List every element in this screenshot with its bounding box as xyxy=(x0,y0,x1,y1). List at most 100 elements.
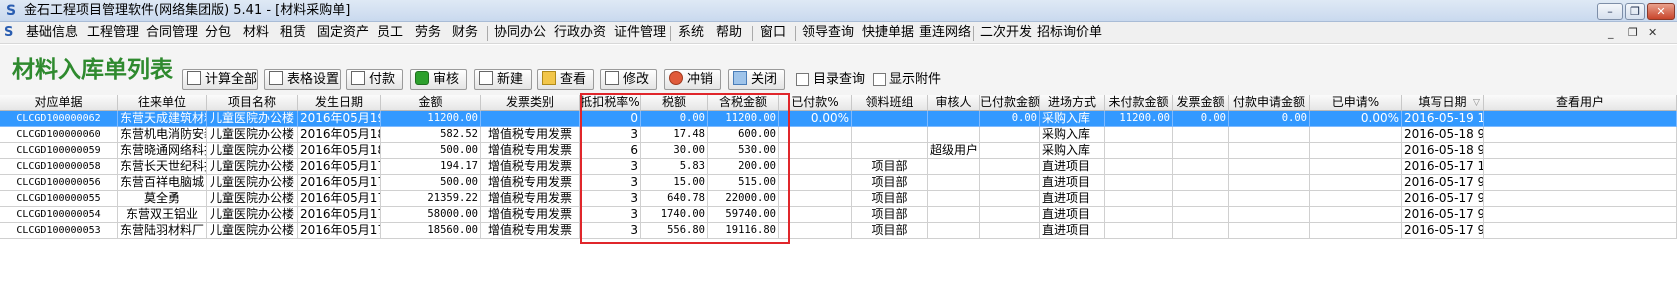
cell-invoice-type[interactable]: 增值税专用发票 xyxy=(481,159,580,175)
cell-reference-doc[interactable]: CLCGD100000055 xyxy=(0,191,118,207)
cell-fill-date[interactable]: 2016-05-17 9:3 xyxy=(1402,191,1484,207)
menu-item-lease[interactable]: 租赁 xyxy=(280,25,306,41)
cell-invoice-amount[interactable] xyxy=(1173,143,1229,159)
cell-total[interactable]: 530.00 xyxy=(708,143,779,159)
cell-fill-date[interactable]: 2016-05-18 9:0 xyxy=(1402,127,1484,143)
menu-item-reconnect[interactable]: 重连网络 xyxy=(919,25,971,41)
cell-paid-pct[interactable] xyxy=(779,223,852,239)
show-attachments-checkbox[interactable] xyxy=(873,73,886,86)
menu-item-labor[interactable]: 劳务 xyxy=(415,25,441,41)
cell-invoice-amount[interactable] xyxy=(1173,191,1229,207)
cell-invoice-amount[interactable] xyxy=(1173,175,1229,191)
header-col-tax[interactable]: 税额 xyxy=(641,95,708,111)
cell-invoice-amount[interactable] xyxy=(1173,127,1229,143)
cell-vendor[interactable]: 东营长天世纪科技 xyxy=(118,159,207,175)
cell-total[interactable]: 19116.80 xyxy=(708,223,779,239)
cell-entry-method[interactable]: 直进项目 xyxy=(1040,191,1105,207)
cell-project[interactable]: 儿童医院办公楼 xyxy=(207,143,298,159)
cell-unpaid[interactable] xyxy=(1105,175,1173,191)
cell-amount[interactable]: 500.00 xyxy=(381,175,481,191)
cell-vendor[interactable]: 东营晓通网络科技 xyxy=(118,143,207,159)
cell-project[interactable]: 儿童医院办公楼 xyxy=(207,207,298,223)
header-col-amount[interactable]: 金额 xyxy=(381,95,481,111)
cell-invoice-type[interactable]: 增值税专用发票 xyxy=(481,143,580,159)
cell-approver[interactable] xyxy=(928,159,980,175)
cell-vendor[interactable]: 东营陆羽材料厂 xyxy=(118,223,207,239)
cell-paid-amount[interactable] xyxy=(980,127,1040,143)
cell-paid-pct[interactable]: 0.00% xyxy=(779,111,852,127)
cell-reference-doc[interactable]: CLCGD100000058 xyxy=(0,159,118,175)
cell-amount[interactable]: 582.52 xyxy=(381,127,481,143)
cell-invoice-type[interactable] xyxy=(481,111,580,127)
cell-total[interactable]: 200.00 xyxy=(708,159,779,175)
cell-fill-date[interactable]: 2016-05-17 9:3 xyxy=(1402,175,1484,191)
cell-invoice-amount[interactable] xyxy=(1173,207,1229,223)
header-col-date[interactable]: 发生日期 xyxy=(298,95,381,111)
cell-unpaid[interactable] xyxy=(1105,191,1173,207)
data-grid[interactable]: 对应单据 往来单位 项目名称 发生日期 金额 发票类别 抵扣税率% 税额 含税金额 已付款% 领料班… xyxy=(0,95,1677,285)
header-col-total[interactable]: 含税金额 xyxy=(708,95,779,111)
header-col-entry-method[interactable]: 进场方式 xyxy=(1040,95,1105,111)
cell-reference-doc[interactable]: CLCGD100000054 xyxy=(0,207,118,223)
cell-viewer[interactable] xyxy=(1484,207,1677,223)
header-col-payment-request[interactable]: 付款申请金额 xyxy=(1229,95,1310,111)
cell-applied-pct[interactable] xyxy=(1310,159,1402,175)
header-col-viewer[interactable]: 查看用户 xyxy=(1484,95,1677,111)
cell-payment-request[interactable] xyxy=(1229,175,1310,191)
header-col-paid-amount[interactable]: 已付款金额 xyxy=(980,95,1040,111)
mdi-restore-button[interactable]: ❐ xyxy=(1628,25,1638,40)
menu-item-window[interactable]: 窗口 xyxy=(760,25,786,41)
cell-applied-pct[interactable] xyxy=(1310,207,1402,223)
cell-reference-doc[interactable]: CLCGD100000056 xyxy=(0,175,118,191)
cell-viewer[interactable] xyxy=(1484,143,1677,159)
cell-amount[interactable]: 500.00 xyxy=(381,143,481,159)
cell-approver[interactable] xyxy=(928,127,980,143)
header-col-paid-pct[interactable]: 已付款% xyxy=(779,95,852,111)
menu-item-fixed-assets[interactable]: 固定资产 xyxy=(317,25,369,41)
cell-invoice-type[interactable]: 增值税专用发票 xyxy=(481,223,580,239)
cell-vendor[interactable]: 莫全勇 xyxy=(118,191,207,207)
cell-entry-method[interactable]: 采购入库 xyxy=(1040,143,1105,159)
cell-entry-method[interactable]: 采购入库 xyxy=(1040,111,1105,127)
table-settings-button[interactable]: 表格设置 xyxy=(264,69,341,90)
cell-unpaid[interactable]: 11200.00 xyxy=(1105,111,1173,127)
view-button[interactable]: 查看 xyxy=(537,69,594,90)
cell-paid-amount[interactable] xyxy=(980,175,1040,191)
cell-entry-method[interactable]: 直进项目 xyxy=(1040,159,1105,175)
cell-total[interactable]: 515.00 xyxy=(708,175,779,191)
cell-tax[interactable]: 5.83 xyxy=(641,159,708,175)
cell-entry-method[interactable]: 直进项目 xyxy=(1040,207,1105,223)
cell-invoice-type[interactable]: 增值税专用发票 xyxy=(481,207,580,223)
menu-item-basic-info[interactable]: 基础信息 xyxy=(26,25,78,41)
cell-paid-amount[interactable] xyxy=(980,191,1040,207)
header-col-tax-rate[interactable]: 抵扣税率% xyxy=(580,95,641,111)
cell-vendor[interactable]: 东营机电消防安装 xyxy=(118,127,207,143)
cell-team[interactable]: 项目部 xyxy=(852,207,928,223)
cell-tax[interactable]: 640.78 xyxy=(641,191,708,207)
header-col-invoice-amount[interactable]: 发票金额 xyxy=(1173,95,1229,111)
header-col-unpaid[interactable]: 未付款金额 xyxy=(1105,95,1173,111)
cell-tax[interactable]: 1740.00 xyxy=(641,207,708,223)
cell-payment-request[interactable] xyxy=(1229,127,1310,143)
mdi-minimize-button[interactable]: _ xyxy=(1608,25,1614,40)
cell-paid-pct[interactable] xyxy=(779,143,852,159)
cell-approver[interactable] xyxy=(928,223,980,239)
cell-team[interactable]: 项目部 xyxy=(852,175,928,191)
cell-invoice-type[interactable]: 增值税专用发票 xyxy=(481,127,580,143)
menu-item-admin[interactable]: 行政办资 xyxy=(554,25,606,41)
cell-paid-amount[interactable] xyxy=(980,223,1040,239)
cell-tax[interactable]: 0.00 xyxy=(641,111,708,127)
cell-amount[interactable]: 21359.22 xyxy=(381,191,481,207)
cell-payment-request[interactable] xyxy=(1229,223,1310,239)
menu-item-project[interactable]: 工程管理 xyxy=(87,25,139,41)
menu-item-quick-docs[interactable]: 快捷单据 xyxy=(862,25,914,41)
cell-project[interactable]: 儿童医院办公楼 xyxy=(207,127,298,143)
cell-invoice-amount[interactable] xyxy=(1173,159,1229,175)
cell-payment-request[interactable] xyxy=(1229,143,1310,159)
cell-tax-rate[interactable]: 6 xyxy=(580,143,641,159)
cell-date[interactable]: 2016年05月17日 xyxy=(298,207,381,223)
cell-amount[interactable]: 194.17 xyxy=(381,159,481,175)
cell-tax-rate[interactable]: 3 xyxy=(580,191,641,207)
menu-item-certificates[interactable]: 证件管理 xyxy=(614,25,666,41)
close-window-button[interactable]: ✕ xyxy=(1647,3,1675,20)
